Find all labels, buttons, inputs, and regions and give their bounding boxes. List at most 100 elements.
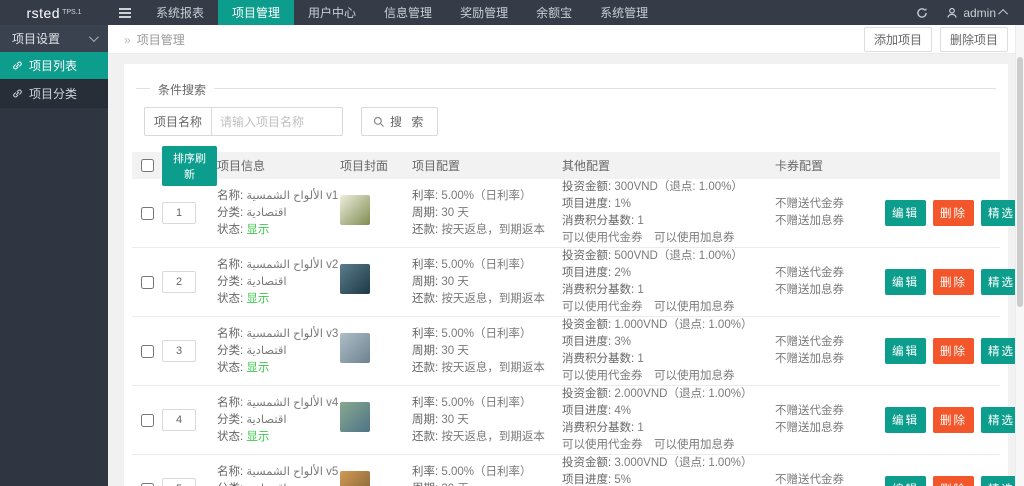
link-icon	[13, 61, 22, 70]
sidebar-group-project-settings[interactable]: 项目设置	[0, 25, 108, 52]
cycle-value: 30 天	[441, 483, 469, 486]
nav-item[interactable]: 用户中心	[294, 0, 370, 25]
header-project-cover: 项目封面	[340, 159, 389, 173]
user-icon	[947, 7, 958, 18]
rate-value: 5.00%（日利率）	[441, 189, 532, 202]
nav-item[interactable]: 系统管理	[586, 0, 662, 25]
cycle-value: 30 天	[441, 413, 469, 426]
row-checkbox[interactable]	[140, 275, 154, 289]
status-toggle[interactable]: 显示	[246, 293, 269, 305]
edit-button[interactable]: 编辑	[885, 338, 926, 364]
edit-button[interactable]: 编辑	[885, 476, 926, 486]
points-base: 1	[637, 422, 644, 434]
status-toggle[interactable]: 显示	[246, 224, 269, 236]
sort-order-input[interactable]	[162, 409, 196, 431]
row-checkbox[interactable]	[140, 344, 154, 358]
main-content: » 项目管理 添加项目 删除项目 条件搜索 项目名称 搜 索	[108, 25, 1024, 486]
progress-value: 4%	[614, 405, 632, 417]
project-category: اقتصادية	[246, 413, 287, 426]
status-toggle[interactable]: 显示	[246, 362, 269, 374]
header-coupon-config: 卡券配置	[775, 159, 824, 173]
points-base: 1	[637, 353, 644, 365]
no-voucher-note: 不赠送代金券	[775, 474, 844, 486]
project-category: اقتصادية	[246, 206, 287, 219]
project-cover-image	[340, 471, 370, 486]
sidebar-item[interactable]: 项目分类	[0, 80, 108, 108]
sort-refresh-button[interactable]: 排序刷新	[162, 145, 217, 186]
cycle-value: 30 天	[441, 344, 469, 357]
sort-order-input[interactable]	[162, 202, 196, 224]
points-base: 1	[637, 215, 644, 227]
invest-amount: 3.000VND（退点: 1.00%）	[614, 457, 753, 469]
delete-button[interactable]: 删除	[933, 338, 974, 364]
delete-button[interactable]: 删除	[933, 269, 974, 295]
rate-value: 5.00%（日利率）	[441, 327, 532, 340]
table-row: 名称: الألواح الشمسية v5 分类: اقتصادية 状态: …	[132, 455, 1022, 486]
project-name-input[interactable]	[211, 107, 344, 136]
row-checkbox[interactable]	[140, 482, 154, 486]
coupon-usable-note: 可以使用代金券 可以使用加息券	[562, 232, 735, 244]
progress-value: 3%	[614, 336, 632, 348]
scrollbar-track	[1015, 25, 1024, 486]
no-voucher-note: 不赠送代金券	[775, 405, 844, 417]
edit-button[interactable]: 编辑	[885, 269, 926, 295]
repay-value: 按天返息，到期返本	[441, 361, 545, 374]
progress-value: 5%	[614, 474, 632, 486]
coupon-usable-note: 可以使用代金券 可以使用加息券	[562, 301, 735, 313]
project-cover-image	[340, 195, 370, 225]
nav-item[interactable]: 项目管理	[218, 0, 295, 25]
sort-order-input[interactable]	[162, 271, 196, 293]
nav-item[interactable]: 系统报表	[142, 0, 218, 25]
sidebar-item[interactable]: 项目列表	[0, 52, 108, 80]
table-row: 名称: الألواح الشمسية v1 分类: اقتصادية 状态: …	[132, 179, 1022, 248]
search-icon	[373, 116, 384, 127]
project-name: الألواح الشمسية v2	[246, 258, 339, 271]
sidebar-group-label: 项目设置	[12, 32, 61, 46]
add-project-button[interactable]: 添加项目	[863, 26, 932, 52]
progress-value: 2%	[614, 267, 632, 279]
delete-button[interactable]: 删除	[933, 407, 974, 433]
project-cover-image	[340, 402, 370, 432]
search-button[interactable]: 搜 索	[361, 107, 439, 136]
no-voucher-note: 不赠送代金券	[775, 198, 844, 210]
nav-item[interactable]: 奖励管理	[446, 0, 522, 25]
edit-button[interactable]: 编辑	[885, 200, 926, 226]
project-category: اقتصادية	[246, 344, 287, 357]
nav-item[interactable]: 信息管理	[370, 0, 446, 25]
nav-item[interactable]: 余额宝	[522, 0, 586, 25]
table-row: 名称: الألواح الشمسية v2 分类: اقتصادية 状态: …	[132, 248, 1022, 317]
content-card: 条件搜索 项目名称 搜 索 排序刷新 项目信息 项目封面	[124, 64, 1022, 486]
scrollbar-thumb[interactable]	[1017, 57, 1023, 307]
hamburger-icon[interactable]	[108, 0, 142, 25]
project-name: الألواح الشمسية v5	[246, 465, 339, 478]
search-legend: 条件搜索	[150, 81, 215, 98]
logo: rsted TPS.1	[0, 0, 108, 25]
project-category: اقتصادية	[246, 275, 287, 288]
chevron-down-icon	[88, 32, 99, 43]
project-name-label: 项目名称	[144, 107, 212, 136]
header-project-config: 项目配置	[412, 159, 461, 173]
row-checkbox[interactable]	[140, 413, 154, 427]
topbar-right: admin	[916, 0, 1024, 25]
status-toggle[interactable]: 显示	[246, 431, 269, 443]
header-other-config: 其他配置	[562, 159, 611, 173]
user-menu[interactable]: admin	[946, 6, 1009, 20]
sort-order-input[interactable]	[162, 340, 196, 362]
sidebar-item-label: 项目分类	[29, 87, 78, 101]
select-all-checkbox[interactable]	[140, 159, 154, 172]
delete-project-button[interactable]: 删除项目	[939, 26, 1008, 52]
cycle-value: 30 天	[441, 206, 469, 219]
edit-button[interactable]: 编辑	[885, 407, 926, 433]
sidebar-items: 项目列表 项目分类	[0, 52, 108, 108]
logo-text: rsted	[26, 4, 61, 21]
delete-button[interactable]: 删除	[933, 476, 974, 486]
sort-order-input[interactable]	[162, 478, 196, 486]
breadcrumb-bar: » 项目管理 添加项目 删除项目	[108, 25, 1024, 54]
chevron-up-icon	[998, 8, 1009, 19]
project-cover-image	[340, 264, 370, 294]
delete-button[interactable]: 删除	[933, 200, 974, 226]
search-fieldset: 条件搜索 项目名称 搜 索	[136, 81, 996, 136]
project-category: اقتصادية	[246, 483, 286, 486]
refresh-button[interactable]	[916, 7, 928, 19]
row-checkbox[interactable]	[140, 206, 154, 220]
